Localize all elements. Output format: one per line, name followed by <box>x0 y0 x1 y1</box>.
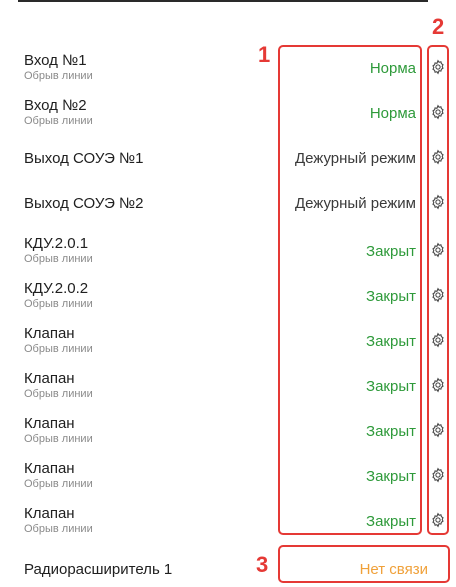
device-name: КДУ.2.0.1 <box>24 235 89 252</box>
settings-column-highlight <box>427 45 449 535</box>
marker-2: 2 <box>432 14 445 39</box>
device-name: Клапан <box>24 415 75 432</box>
device-subtitle: Обрыв линии <box>24 343 93 355</box>
radio-expander-row[interactable]: Радиорасширитель 1 Нет связи <box>0 553 456 587</box>
radio-expander-status: Нет связи <box>359 561 428 578</box>
device-name: Выход СОУЭ №1 <box>24 150 144 167</box>
device-subtitle: Обрыв линии <box>24 298 93 310</box>
device-name: Клапан <box>24 505 75 522</box>
device-subtitle: Обрыв линии <box>24 433 93 445</box>
device-subtitle: Обрыв линии <box>24 388 93 400</box>
device-name: Клапан <box>24 460 75 477</box>
top-divider <box>18 0 428 2</box>
device-subtitle: Обрыв линии <box>24 253 93 265</box>
device-subtitle: Обрыв линии <box>24 523 93 535</box>
marker-1: 1 <box>258 42 271 67</box>
device-name: КДУ.2.0.2 <box>24 280 89 297</box>
device-subtitle: Обрыв линии <box>24 115 93 127</box>
device-subtitle: Обрыв линии <box>24 70 93 82</box>
device-subtitle: Обрыв линии <box>24 478 93 490</box>
radio-expander-name: Радиорасширитель 1 <box>24 561 173 578</box>
device-name: Вход №2 <box>24 97 87 114</box>
device-name: Вход №1 <box>24 52 87 69</box>
device-name: Клапан <box>24 370 75 387</box>
status-column-highlight <box>278 45 422 535</box>
device-name: Выход СОУЭ №2 <box>24 195 144 212</box>
device-name: Клапан <box>24 325 75 342</box>
device-list-screen: Вход №1 Обрыв линии Норма Вход №2 Обрыв лини… <box>0 0 456 587</box>
